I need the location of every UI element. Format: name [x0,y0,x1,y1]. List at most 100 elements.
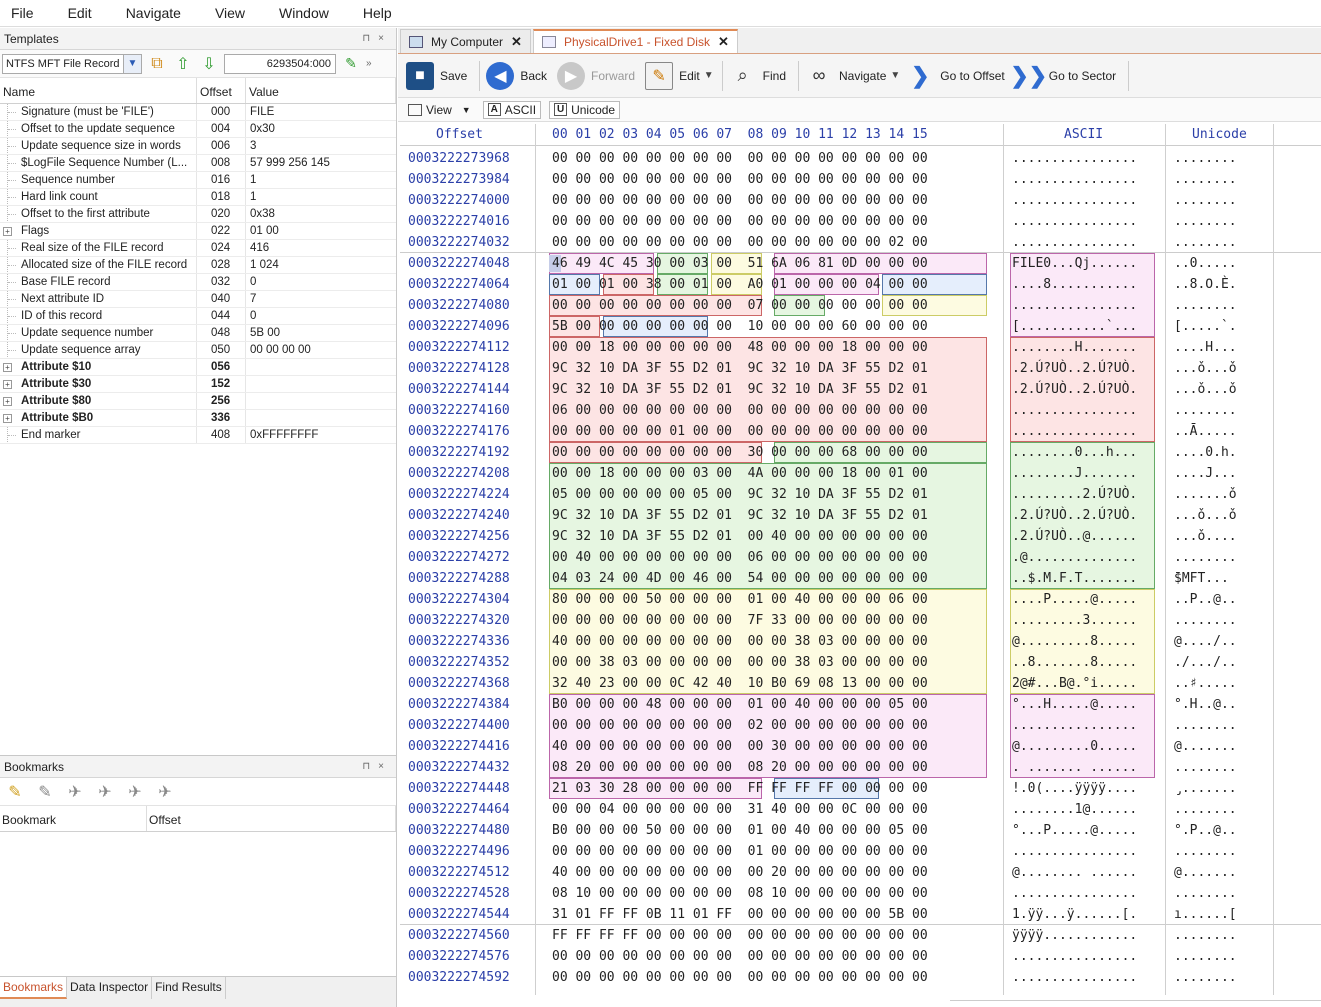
hex-row[interactable]: 0003222274176 00 00 00 00 00 01 00 00 00 … [400,421,1321,442]
hex-row[interactable]: 0003222274112 00 00 18 00 00 00 00 00 48 … [400,337,1321,358]
edit-bookmark-icon[interactable]: ✎ [32,782,58,802]
template-select[interactable]: NTFS MFT File Record ▼ [2,53,142,74]
overflow-icon[interactable]: » [366,58,372,69]
template-row[interactable]: Update sequence number 048 5B 00 [0,325,396,342]
close-icon[interactable]: ✕ [718,34,729,50]
find-button[interactable]: ⌕ Find [727,58,794,94]
hex-row[interactable]: 0003222274208 00 00 18 00 00 00 03 00 4A … [400,463,1321,484]
template-row[interactable]: Sequence number 016 1 [0,172,396,189]
goto-offset-button[interactable]: ❯ Go to Offset [904,58,1012,94]
navigate-button[interactable]: ∞ Navigate [803,58,894,94]
expand-icon[interactable]: + [3,414,12,423]
view-button[interactable]: View ▼ [404,102,475,118]
clear-bookmarks-icon[interactable]: ✈ [152,782,178,802]
expand-icon[interactable]: + [3,397,12,406]
hex-row[interactable]: 0003222273968 00 00 00 00 00 00 00 00 00 … [400,148,1321,169]
hex-row[interactable]: 0003222274048 46 49 4C 45 30 00 03 00 51 … [400,253,1321,274]
column-offset[interactable]: Offset [197,78,246,103]
hex-row[interactable]: 0003222274528 08 10 00 00 00 00 00 00 08 … [400,883,1321,904]
hex-row[interactable]: 0003222274032 00 00 00 00 00 00 00 00 00 … [400,232,1321,253]
tab-data-inspector[interactable]: Data Inspector [67,977,153,999]
column-bookmark[interactable]: Bookmark [0,806,147,831]
edit-dropdown-icon[interactable]: ▼ [704,70,714,81]
template-row[interactable]: Signature (must be 'FILE') 000 FILE [0,104,396,121]
hex-row[interactable]: 0003222274400 00 00 00 00 00 00 00 00 02 … [400,715,1321,736]
hex-row[interactable]: 0003222274272 00 40 00 00 00 00 00 00 06 … [400,547,1321,568]
template-row[interactable]: Offset to the first attribute 020 0x38 [0,206,396,223]
template-row[interactable]: Next attribute ID 040 7 [0,291,396,308]
hex-row[interactable]: 0003222274448 21 03 30 28 00 00 00 00 FF … [400,778,1321,799]
expand-icon[interactable]: + [3,363,12,372]
template-row[interactable]: Update sequence array 050 00 00 00 00 [0,342,396,359]
hex-row[interactable]: 0003222274496 00 00 00 00 00 00 00 00 01 … [400,841,1321,862]
hex-row[interactable]: 0003222274384 B0 00 00 00 48 00 00 00 01 … [400,694,1321,715]
hex-row[interactable]: 0003222274320 00 00 00 00 00 00 00 00 7F … [400,610,1321,631]
menu-edit[interactable]: Edit [57,5,92,21]
template-row[interactable]: + Attribute $80 256 [0,393,396,410]
hex-row[interactable]: 0003222274256 9C 32 10 DA 3F 55 D2 01 00 … [400,526,1321,547]
panel-pin-close-icon[interactable]: ⊓× [362,33,392,44]
unicode-toggle[interactable]: U Unicode [549,100,621,119]
template-row[interactable]: + Attribute $10 056 [0,359,396,376]
hex-row[interactable]: 0003222274416 40 00 00 00 00 00 00 00 00 … [400,736,1321,757]
close-icon[interactable]: ✕ [511,34,522,50]
hex-row[interactable]: 0003222274352 00 00 38 03 00 00 00 00 00 … [400,652,1321,673]
template-row[interactable]: Allocated size of the FILE record 028 1 02… [0,257,396,274]
menu-navigate[interactable]: Navigate [115,5,181,21]
next-bookmark-icon[interactable]: ✈ [92,782,118,802]
hex-row[interactable]: 0003222274368 32 40 23 00 00 0C 42 40 10 … [400,673,1321,694]
arrow-down-icon[interactable]: ⇩ [198,53,220,75]
tab-physicaldrive1[interactable]: PhysicalDrive1 - Fixed Disk ✕ [532,29,738,53]
template-row[interactable]: Real size of the FILE record 024 416 [0,240,396,257]
tab-my-computer[interactable]: My Computer ✕ [400,29,531,53]
template-row[interactable]: Update sequence size in words 006 3 [0,138,396,155]
hex-row[interactable]: 0003222274560 FF FF FF FF 00 00 00 00 00 … [400,925,1321,946]
hex-row[interactable]: 0003222274192 00 00 00 00 00 00 00 00 30 … [400,442,1321,463]
template-row[interactable]: ID of this record 044 0 [0,308,396,325]
edit-button[interactable]: ✎ Edit [643,58,708,94]
delete-bookmark-icon[interactable]: ✈ [122,782,148,802]
template-row[interactable]: Base FILE record 032 0 [0,274,396,291]
menu-view[interactable]: View [204,5,245,21]
template-row[interactable]: $LogFile Sequence Number (L... 008 57 999 … [0,155,396,172]
hex-row[interactable]: 0003222274432 08 20 00 00 00 00 00 00 08 … [400,757,1321,778]
hex-row[interactable]: 0003222274576 00 00 00 00 00 00 00 00 00 … [400,946,1321,967]
forward-button[interactable]: ▶ Forward [555,58,643,94]
template-row[interactable]: + Attribute $B0 336 [0,410,396,427]
back-button[interactable]: ◀ Back [484,58,555,94]
hex-row[interactable]: 0003222274096 5B 00 00 00 00 00 00 00 10 … [400,316,1321,337]
save-button[interactable]: ■ Save [404,58,475,94]
goto-sector-button[interactable]: ❯❯ Go to Sector [1010,58,1124,94]
hex-row[interactable]: 0003222274512 40 00 00 00 00 00 00 00 00 … [400,862,1321,883]
template-row[interactable]: + Attribute $30 152 [0,376,396,393]
pin-icon[interactable]: ✎ [340,53,362,75]
hex-row[interactable]: 0003222274080 00 00 00 00 00 00 00 00 07 … [400,295,1321,316]
hex-view[interactable]: Offset 00 01 02 03 04 05 06 07 08 09 10 … [400,124,1321,995]
arrow-up-icon[interactable]: ⇧ [172,53,194,75]
menu-help[interactable]: Help [352,5,392,21]
hex-row[interactable]: 0003222274464 00 00 04 00 00 00 00 00 31 … [400,799,1321,820]
template-row[interactable]: End marker 408 0xFFFFFFFF [0,427,396,444]
hex-row[interactable]: 0003222274128 9C 32 10 DA 3F 55 D2 01 9C … [400,358,1321,379]
prev-bookmark-icon[interactable]: ✈ [62,782,88,802]
hex-row[interactable]: 0003222273984 00 00 00 00 00 00 00 00 00 … [400,169,1321,190]
hex-row[interactable]: 0003222274160 06 00 00 00 00 00 00 00 00 … [400,400,1321,421]
panel-pin-close-icon[interactable]: ⊓× [362,761,392,772]
hex-row[interactable]: 0003222274592 00 00 00 00 00 00 00 00 00 … [400,967,1321,988]
ascii-toggle[interactable]: A ASCII [482,100,542,119]
navigate-dropdown-icon[interactable]: ▼ [890,70,900,81]
hex-row[interactable]: 0003222274144 9C 32 10 DA 3F 55 D2 01 9C … [400,379,1321,400]
hex-row[interactable]: 0003222274480 B0 00 00 00 50 00 00 00 01 … [400,820,1321,841]
hex-row[interactable]: 0003222274240 9C 32 10 DA 3F 55 D2 01 9C … [400,505,1321,526]
hex-row[interactable]: 0003222274288 04 03 24 00 4D 00 46 00 54 … [400,568,1321,589]
hex-row[interactable]: 0003222274000 00 00 00 00 00 00 00 00 00 … [400,190,1321,211]
apply-template-icon[interactable]: ⧉ [146,53,168,75]
template-row[interactable]: Hard link count 018 1 [0,189,396,206]
add-bookmark-icon[interactable]: ✎ [2,782,28,802]
hex-row[interactable]: 0003222274304 80 00 00 00 50 00 00 00 01 … [400,589,1321,610]
hex-row[interactable]: 0003222274016 00 00 00 00 00 00 00 00 00 … [400,211,1321,232]
template-offset-input[interactable]: 6293504:000 [224,53,336,74]
expand-icon[interactable]: + [3,227,12,236]
hex-row[interactable]: 0003222274544 31 01 FF FF 0B 11 01 FF 00 … [400,904,1321,925]
column-name[interactable]: Name [0,78,197,103]
